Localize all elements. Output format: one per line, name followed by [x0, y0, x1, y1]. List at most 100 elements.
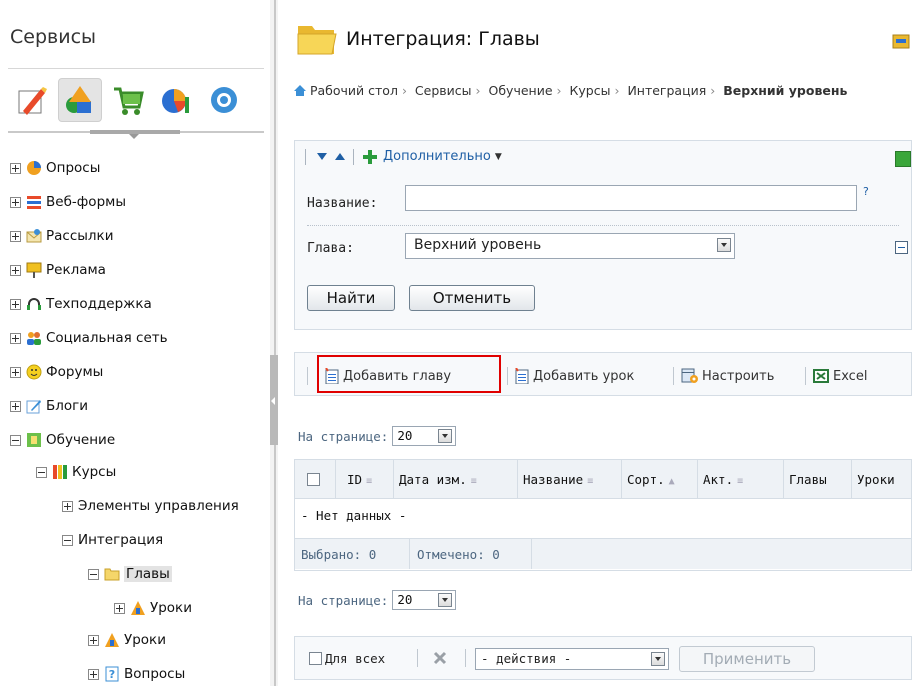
tree-item-controls[interactable]: Элементы управления: [62, 496, 239, 516]
tree-item-lessons[interactable]: Уроки: [88, 630, 166, 650]
expand-icon[interactable]: [88, 668, 99, 680]
for-all-checkbox[interactable]: Для всех: [309, 651, 385, 666]
cancel-button[interactable]: Отменить: [409, 285, 535, 311]
breadcrumb-item[interactable]: Интеграция: [627, 83, 706, 98]
tree-item-chapters[interactable]: Главы: [88, 564, 172, 584]
tree-item-label: Социальная сеть: [46, 330, 168, 346]
help-icon[interactable]: ?: [863, 185, 869, 198]
expand-icon[interactable]: [10, 196, 21, 208]
collapse-icon[interactable]: [10, 434, 21, 446]
breadcrumb-item[interactable]: Сервисы: [415, 83, 472, 98]
mailing-icon: [26, 229, 42, 243]
tree-item-social[interactable]: Социальная сеть: [10, 328, 168, 348]
column-date[interactable]: Дата изм. ≡: [399, 472, 477, 487]
filter-expand-icon[interactable]: [335, 153, 345, 161]
find-button[interactable]: Найти: [307, 285, 395, 311]
expand-icon[interactable]: [10, 366, 21, 378]
per-page-label: На странице:: [298, 592, 389, 608]
grid-footer: Выбрано: 0 Отмечено: 0: [295, 538, 911, 569]
settings-service-icon[interactable]: [202, 78, 246, 122]
services-service-icon[interactable]: [58, 78, 102, 122]
column-active[interactable]: Акт. ≡: [703, 472, 743, 487]
content-service-icon[interactable]: [10, 78, 54, 122]
chevron-left-icon: [271, 397, 275, 405]
tree-item-support[interactable]: Техподдержка: [10, 294, 152, 314]
add-lesson-button[interactable]: Добавить урок: [515, 367, 634, 385]
divider: [621, 460, 622, 498]
home-icon[interactable]: [294, 85, 306, 96]
column-lessons[interactable]: Уроки: [857, 472, 895, 487]
settings-button[interactable]: Настроить: [681, 367, 774, 385]
analytics-service-icon[interactable]: [154, 78, 198, 122]
tree-item-webforms[interactable]: Веб-формы: [10, 192, 126, 212]
column-sort[interactable]: Сорт. ▲: [627, 472, 675, 487]
collapse-icon[interactable]: [36, 466, 47, 478]
social-icon: [27, 332, 41, 345]
tree-item-ads[interactable]: Реклама: [10, 260, 106, 280]
tree-item-label: Реклама: [46, 262, 106, 278]
expand-icon[interactable]: [10, 332, 21, 344]
tree-item-courses[interactable]: Курсы: [36, 462, 116, 482]
collapse-icon[interactable]: [88, 568, 99, 580]
tree-item-learning[interactable]: Обучение: [10, 430, 115, 450]
column-name[interactable]: Название ≡: [523, 472, 593, 487]
expand-icon[interactable]: [10, 230, 21, 242]
expand-icon[interactable]: [10, 264, 21, 276]
divider: [531, 539, 532, 569]
expand-icon[interactable]: [10, 298, 21, 310]
column-label: Уроки: [857, 472, 895, 487]
per-page-label: На странице:: [298, 428, 389, 444]
collapse-icon[interactable]: [62, 534, 73, 546]
tree-item-forums[interactable]: Форумы: [10, 362, 103, 382]
excel-export-button[interactable]: Excel: [813, 367, 867, 385]
store-service-icon[interactable]: [106, 78, 150, 122]
name-label: Название:: [307, 196, 378, 211]
expand-icon[interactable]: [62, 500, 73, 512]
breadcrumb-item[interactable]: Курсы: [570, 83, 611, 98]
apply-button[interactable]: Применить: [679, 646, 815, 672]
tree-item-lessons-nested[interactable]: Уроки: [114, 598, 192, 618]
column-id[interactable]: ID ≡: [347, 472, 372, 487]
per-page-select[interactable]: 20: [392, 426, 457, 446]
chevron-down-icon: [438, 593, 453, 607]
expand-icon[interactable]: [10, 162, 21, 174]
tree-item-label: Курсы: [72, 464, 117, 480]
link-icon[interactable]: [892, 32, 910, 50]
breadcrumb-item[interactable]: Рабочий стол: [310, 83, 398, 98]
lesson-icon: [105, 633, 119, 647]
per-page-value: 20: [397, 592, 413, 607]
select-all-checkbox[interactable]: [307, 473, 320, 486]
tree-item-questions[interactable]: ? Вопросы: [88, 664, 185, 684]
service-icons: [10, 78, 246, 128]
status-indicator[interactable]: [895, 151, 911, 167]
data-grid: ID ≡ Дата изм. ≡ Название ≡ Сорт. ▲ Акт. ≡ Гл…: [294, 459, 912, 571]
filter-collapse-icon[interactable]: [317, 153, 327, 161]
tree-item-polls[interactable]: Опросы: [10, 158, 100, 178]
per-page-select[interactable]: 20: [392, 590, 457, 610]
name-input[interactable]: [405, 185, 857, 211]
caret-down-icon: ▼: [494, 151, 502, 162]
expand-icon[interactable]: [10, 400, 21, 412]
chapter-select-value: Верхний уровень: [414, 237, 542, 253]
expand-icon[interactable]: [114, 602, 125, 614]
action-select[interactable]: - действия -: [475, 648, 669, 670]
tree-item-blogs[interactable]: Блоги: [10, 396, 88, 416]
chevron-down-icon: [129, 134, 139, 139]
tree-item-mailings[interactable]: Рассылки: [10, 226, 113, 246]
delete-icon[interactable]: [433, 651, 447, 665]
remove-filter-button[interactable]: [895, 241, 908, 254]
chapter-select[interactable]: Верхний уровень: [405, 233, 735, 259]
expand-icon[interactable]: [88, 634, 99, 646]
ads-icon: [26, 262, 42, 278]
divider: [697, 460, 698, 498]
column-chapters[interactable]: Главы: [789, 472, 827, 487]
tree-item-label: Главы: [124, 566, 172, 582]
column-label: Сорт.: [627, 472, 665, 487]
sort-up-icon: ▲: [668, 476, 675, 487]
checkbox[interactable]: [309, 652, 322, 665]
breadcrumb-item[interactable]: Обучение: [489, 83, 553, 98]
tree-item-integration[interactable]: Интеграция: [62, 530, 163, 550]
courses-icon: [53, 465, 67, 479]
webforms-icon: [27, 196, 41, 209]
more-filters-button[interactable]: Дополнительно ▼: [363, 149, 502, 164]
